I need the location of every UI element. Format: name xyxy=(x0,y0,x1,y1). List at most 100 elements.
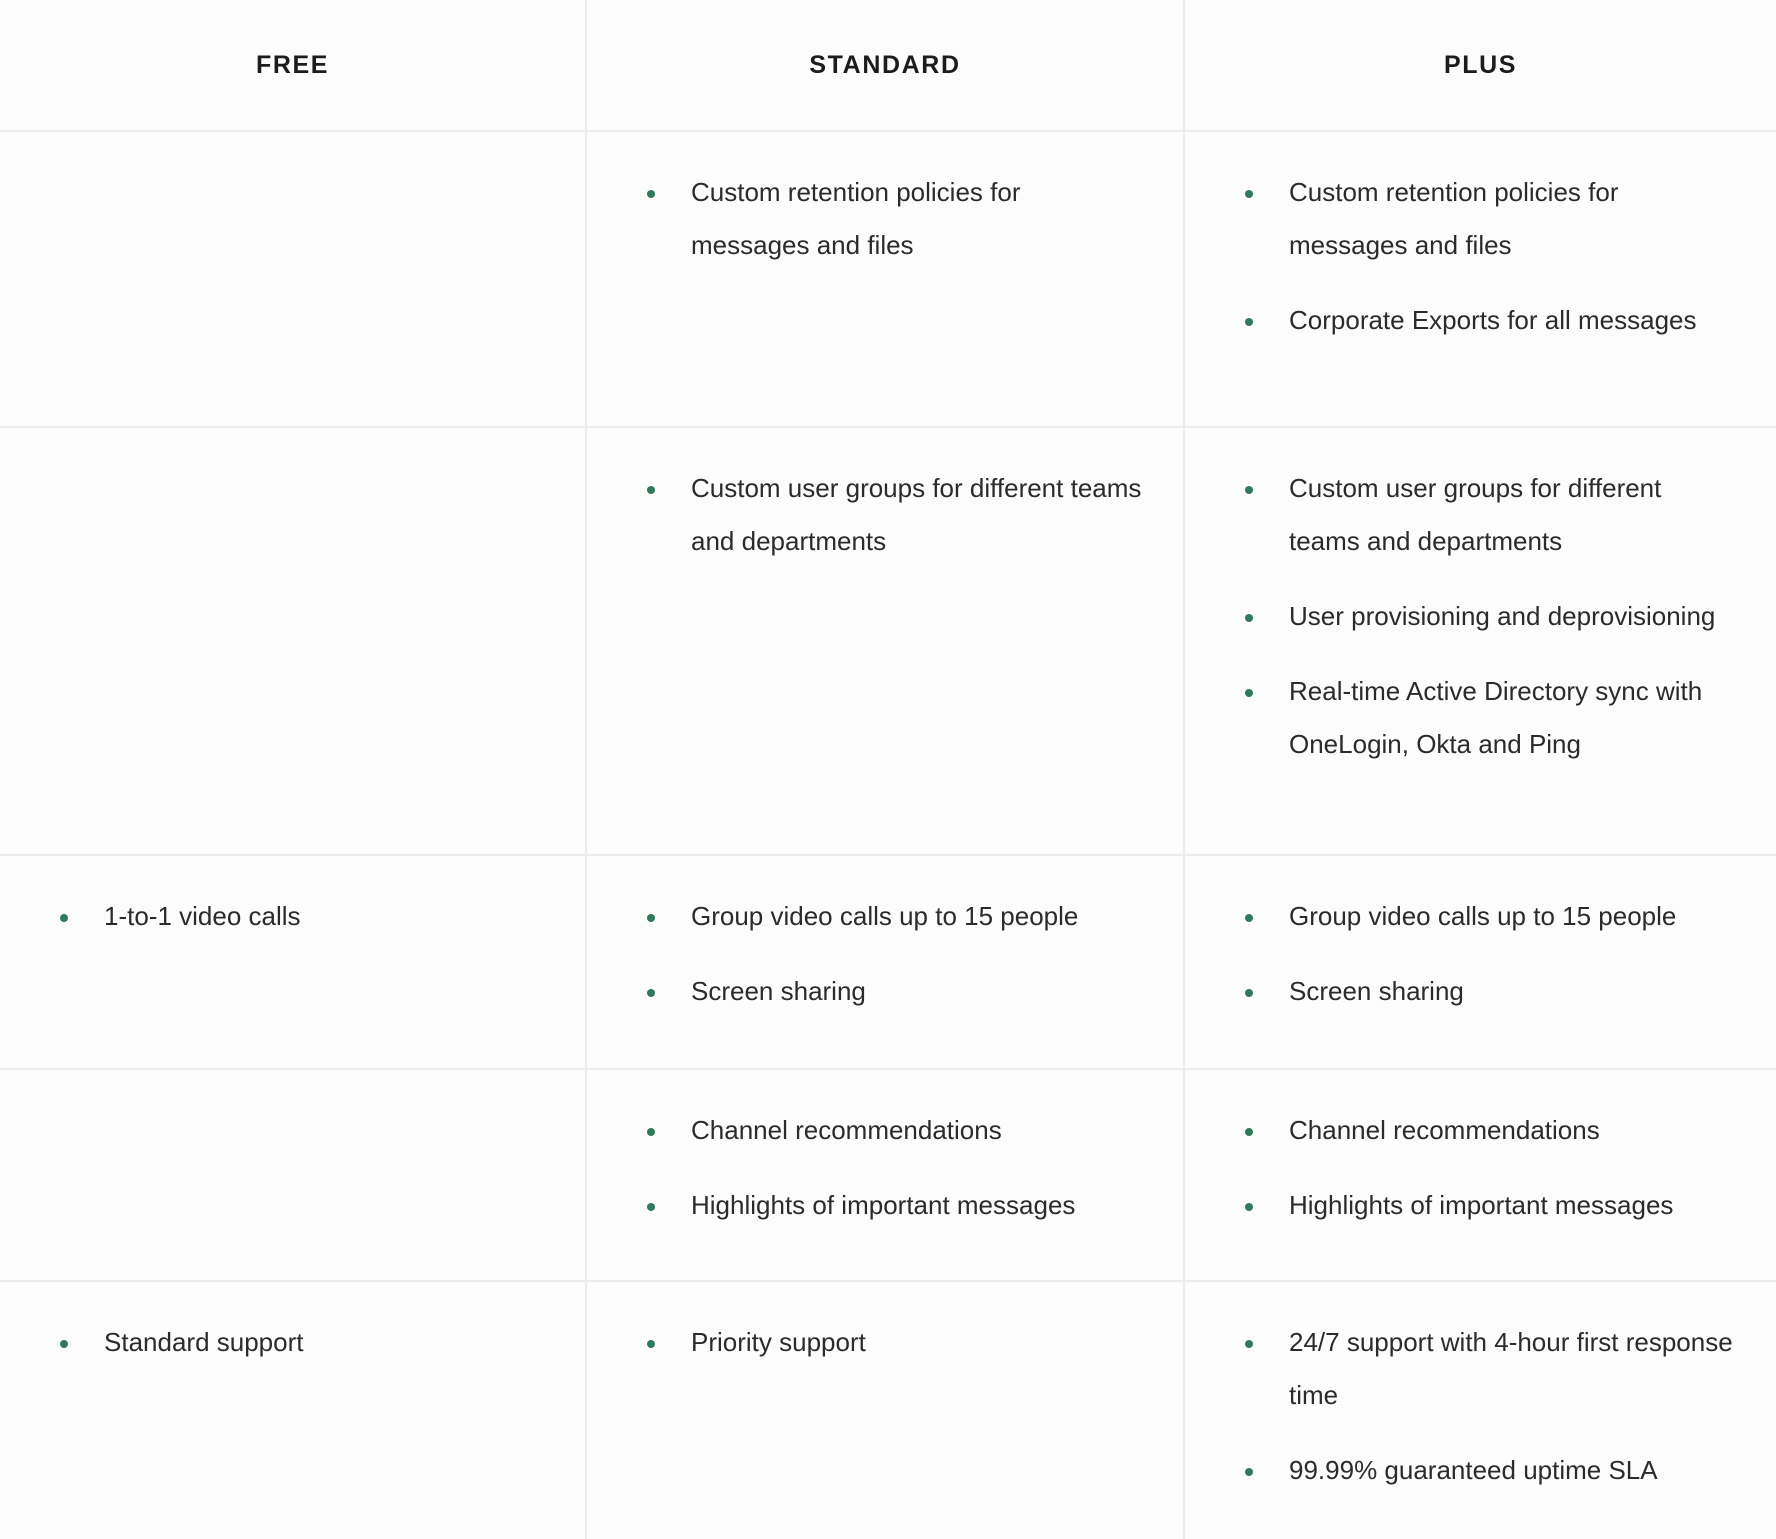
feature-list-item-label: Channel recommendations xyxy=(1289,1115,1600,1145)
bullet-dot-icon xyxy=(60,1340,68,1348)
bullet-dot-icon xyxy=(1245,1468,1253,1476)
feature-list-item-label: Corporate Exports for all messages xyxy=(1289,305,1697,335)
bullet-dot-icon xyxy=(1245,190,1253,198)
feature-list-item: Highlights of important messages xyxy=(1241,1179,1736,1232)
column-header-plus: PLUS xyxy=(1183,0,1776,132)
feature-list: Channel recommendations Highlights of imp… xyxy=(643,1104,1143,1232)
feature-list-item: Custom retention policies for messages a… xyxy=(643,166,1143,272)
cell-plus: Custom retention policies for messages a… xyxy=(1183,131,1776,428)
feature-cell-content: Channel recommendations Highlights of imp… xyxy=(587,1070,1183,1242)
cell-plus: Group video calls up to 15 people Screen … xyxy=(1183,855,1776,1070)
cell-free: Standard support xyxy=(0,1281,586,1539)
bullet-dot-icon xyxy=(1245,486,1253,494)
bullet-dot-icon xyxy=(60,914,68,922)
feature-list-item: Corporate Exports for all messages xyxy=(1241,294,1736,347)
feature-list-item: Highlights of important messages xyxy=(643,1179,1143,1232)
feature-list-item-label: Group video calls up to 15 people xyxy=(1289,901,1677,931)
feature-list: Channel recommendations Highlights of imp… xyxy=(1241,1104,1736,1232)
feature-list-item: Custom user groups for different teams a… xyxy=(1241,462,1736,568)
table-header-row: FREE STANDARD PLUS xyxy=(0,0,1776,132)
feature-list-item: Priority support xyxy=(643,1316,1143,1369)
bullet-dot-icon xyxy=(1245,914,1253,922)
feature-cell-content: Channel recommendations Highlights of imp… xyxy=(1185,1070,1776,1242)
cell-standard: Custom user groups for different teams a… xyxy=(585,427,1184,856)
feature-list: Standard support xyxy=(56,1316,545,1369)
feature-list-item-label: Group video calls up to 15 people xyxy=(691,901,1079,931)
cell-free xyxy=(0,427,586,856)
bullet-dot-icon xyxy=(1245,614,1253,622)
feature-list-item: Custom retention policies for messages a… xyxy=(1241,166,1736,272)
feature-list-item-label: Highlights of important messages xyxy=(1289,1190,1674,1220)
feature-list-item: Screen sharing xyxy=(1241,965,1736,1018)
feature-list-item: User provisioning and deprovisioning xyxy=(1241,590,1736,643)
column-header-free-label: FREE xyxy=(255,51,330,79)
feature-cell-content: Priority support xyxy=(587,1282,1183,1379)
bullet-dot-icon xyxy=(647,1340,655,1348)
feature-list: Priority support xyxy=(643,1316,1143,1369)
table-row: 1-to-1 video calls Group video calls up … xyxy=(0,855,1776,1070)
feature-list-item: Group video calls up to 15 people xyxy=(643,890,1143,943)
feature-list-item-label: Highlights of important messages xyxy=(691,1190,1076,1220)
feature-list-item-label: Custom retention policies for messages a… xyxy=(691,177,1021,260)
feature-cell-content: 1-to-1 video calls xyxy=(0,856,585,953)
cell-plus: Channel recommendations Highlights of imp… xyxy=(1183,1069,1776,1282)
feature-cell-content: Custom user groups for different teams a… xyxy=(587,428,1183,578)
bullet-dot-icon xyxy=(1245,989,1253,997)
cell-free: 1-to-1 video calls xyxy=(0,855,586,1070)
bullet-dot-icon xyxy=(647,989,655,997)
cell-standard: Group video calls up to 15 people Screen … xyxy=(585,855,1184,1070)
feature-list-item: 99.99% guaranteed uptime SLA xyxy=(1241,1444,1736,1497)
cell-standard: Priority support xyxy=(585,1281,1184,1539)
feature-list-item: Custom user groups for different teams a… xyxy=(643,462,1143,568)
cell-standard: Channel recommendations Highlights of imp… xyxy=(585,1069,1184,1282)
column-header-standard-label: STANDARD xyxy=(809,51,961,79)
column-header-plus-label: PLUS xyxy=(1443,51,1518,79)
feature-list-item-label: User provisioning and deprovisioning xyxy=(1289,601,1716,631)
feature-list-item: 1-to-1 video calls xyxy=(56,890,545,943)
table-row: Channel recommendations Highlights of imp… xyxy=(0,1069,1776,1282)
feature-list: Group video calls up to 15 people Screen … xyxy=(1241,890,1736,1018)
bullet-dot-icon xyxy=(1245,689,1253,697)
bullet-dot-icon xyxy=(647,190,655,198)
feature-cell-content: 24/7 support with 4-hour first response … xyxy=(1185,1282,1776,1507)
table-row: Standard support Priority support 24/7 s… xyxy=(0,1281,1776,1539)
feature-list-item-label: Priority support xyxy=(691,1327,866,1357)
feature-list: Custom user groups for different teams a… xyxy=(1241,462,1736,771)
feature-list-item-label: Screen sharing xyxy=(1289,976,1464,1006)
cell-free xyxy=(0,131,586,428)
feature-list-item: Channel recommendations xyxy=(1241,1104,1736,1157)
feature-cell-content: Standard support xyxy=(0,1282,585,1379)
bullet-dot-icon xyxy=(647,1203,655,1211)
bullet-dot-icon xyxy=(647,1128,655,1136)
feature-cell-content: Custom retention policies for messages a… xyxy=(1185,132,1776,357)
column-header-free: FREE xyxy=(0,0,586,132)
bullet-dot-icon xyxy=(647,486,655,494)
feature-list: Custom user groups for different teams a… xyxy=(643,462,1143,568)
bullet-dot-icon xyxy=(1245,1203,1253,1211)
cell-plus: 24/7 support with 4-hour first response … xyxy=(1183,1281,1776,1539)
feature-list-item-label: 1-to-1 video calls xyxy=(104,901,301,931)
cell-plus: Custom user groups for different teams a… xyxy=(1183,427,1776,856)
cell-standard: Custom retention policies for messages a… xyxy=(585,131,1184,428)
feature-list-item: Screen sharing xyxy=(643,965,1143,1018)
feature-list-item-label: Standard support xyxy=(104,1327,304,1357)
feature-list-item-label: Screen sharing xyxy=(691,976,866,1006)
feature-list-item: Standard support xyxy=(56,1316,545,1369)
cell-free xyxy=(0,1069,586,1282)
bullet-dot-icon xyxy=(1245,318,1253,326)
feature-cell-content: Group video calls up to 15 people Screen … xyxy=(1185,856,1776,1028)
feature-list-item-label: Channel recommendations xyxy=(691,1115,1002,1145)
feature-list: 1-to-1 video calls xyxy=(56,890,545,943)
table-body: Custom retention policies for messages a… xyxy=(0,131,1776,1539)
feature-cell-content: Custom retention policies for messages a… xyxy=(587,132,1183,282)
feature-list: Custom retention policies for messages a… xyxy=(1241,166,1736,347)
table-header: FREE STANDARD PLUS xyxy=(0,0,1776,132)
feature-cell-content: Group video calls up to 15 people Screen … xyxy=(587,856,1183,1028)
bullet-dot-icon xyxy=(1245,1128,1253,1136)
feature-list-item: Group video calls up to 15 people xyxy=(1241,890,1736,943)
feature-list-item: Real-time Active Directory sync with One… xyxy=(1241,665,1736,771)
feature-list-item: 24/7 support with 4-hour first response … xyxy=(1241,1316,1736,1422)
feature-cell-content: Custom user groups for different teams a… xyxy=(1185,428,1776,781)
feature-list-item: Channel recommendations xyxy=(643,1104,1143,1157)
pricing-comparison-table: FREE STANDARD PLUS Custom retention poli… xyxy=(0,0,1776,1539)
